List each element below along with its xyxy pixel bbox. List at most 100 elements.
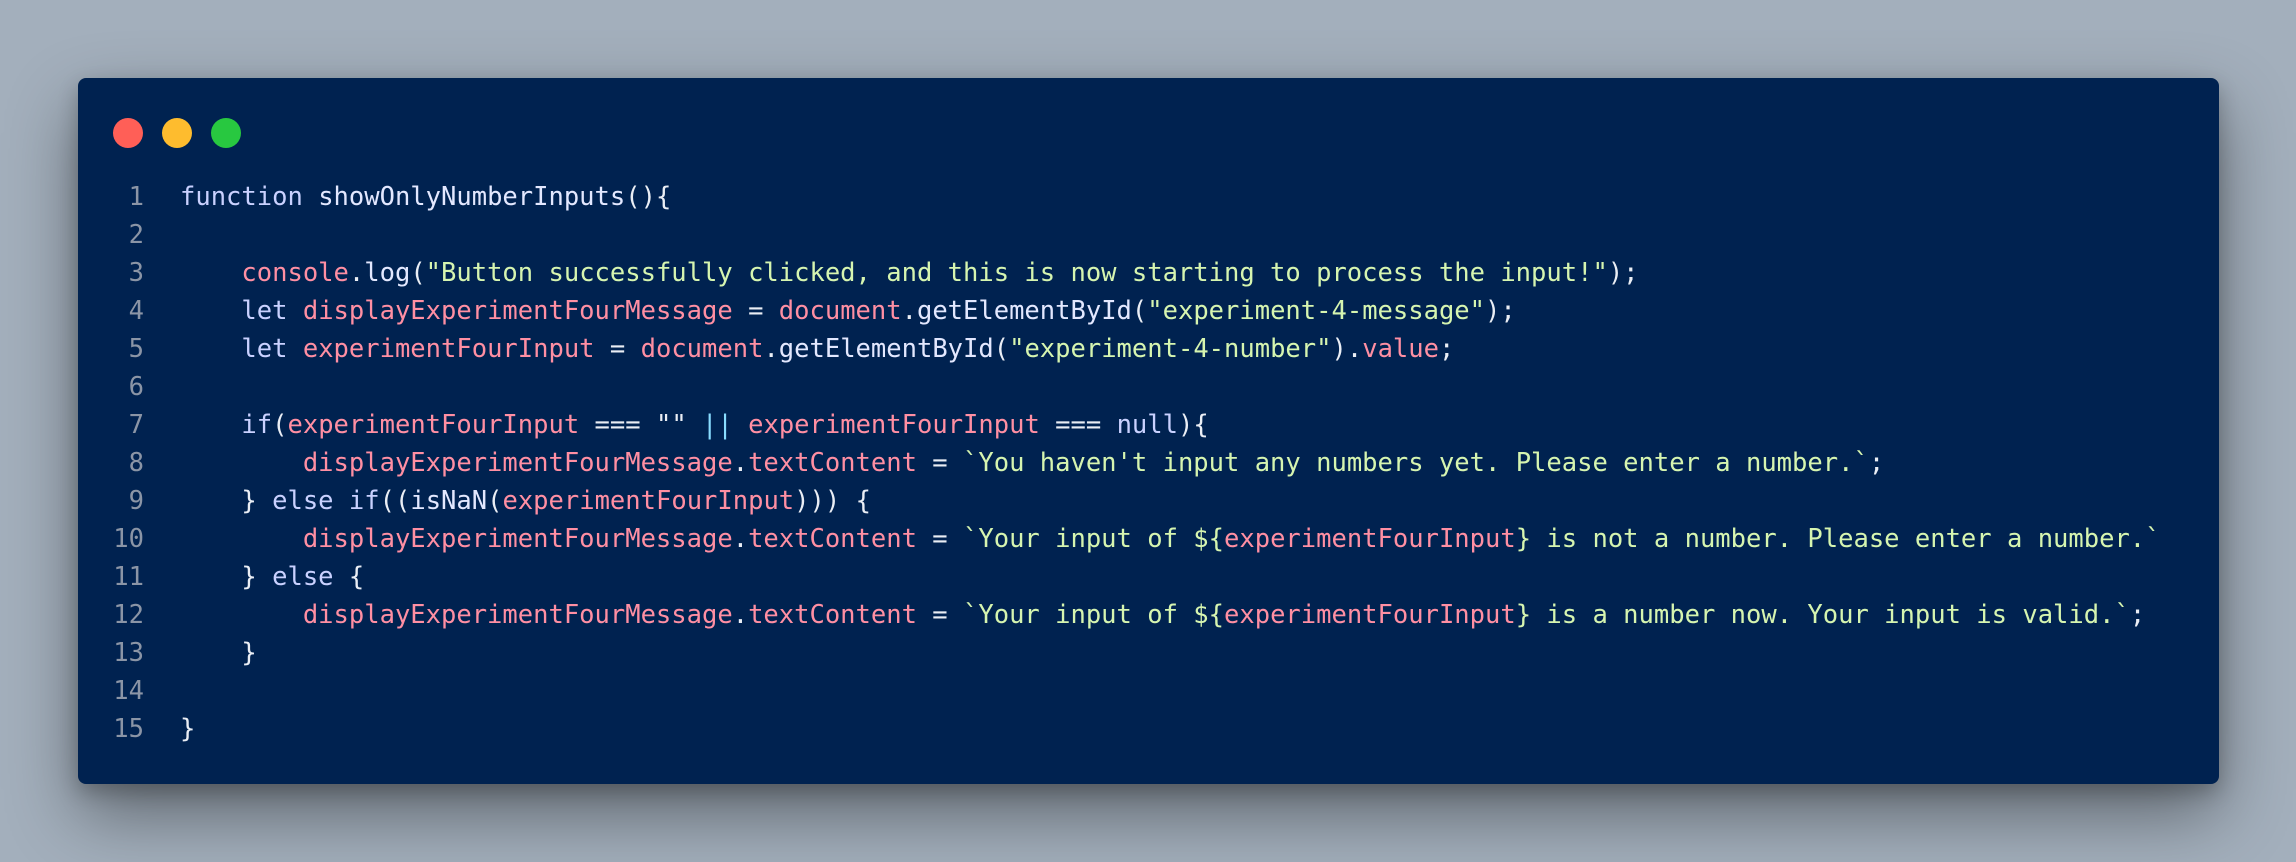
code-line: 3 console.log("Button successfully click… xyxy=(78,254,2219,292)
close-icon[interactable] xyxy=(113,118,143,148)
line-number: 14 xyxy=(113,676,144,706)
code-token: } xyxy=(180,714,196,744)
code-token: `Your input of ${ xyxy=(963,600,1225,630)
code-token: === "" xyxy=(579,410,703,440)
line-code: } xyxy=(180,710,195,748)
line-number: 3 xyxy=(128,258,144,288)
minimize-icon[interactable] xyxy=(162,118,192,148)
code-line: 13 } xyxy=(78,634,2219,672)
code-token: } xyxy=(180,562,273,592)
code-token: || xyxy=(702,410,733,440)
code-token: ( xyxy=(272,410,288,440)
code-token: let xyxy=(241,334,288,364)
code-line: 1 function showOnlyNumberInputs(){ xyxy=(78,178,2219,216)
code-token: function xyxy=(180,182,303,212)
code-token: ( xyxy=(487,486,503,516)
code-token: getElementById xyxy=(916,296,1132,326)
code-token: `Your input of ${ xyxy=(963,524,1225,554)
code-token: else xyxy=(272,562,334,592)
code-window: 1 function showOnlyNumberInputs(){ 2 3 cons… xyxy=(78,78,2219,784)
maximize-icon[interactable] xyxy=(211,118,241,148)
code-token: = xyxy=(916,448,964,478)
line-code: let experimentFourInput = document.getEl… xyxy=(180,330,1454,368)
code-line: 4 let displayExperimentFourMessage = doc… xyxy=(78,292,2219,330)
line-code: } else if((isNaN(experimentFourInput))) … xyxy=(180,482,871,520)
code-token: ){ xyxy=(1178,410,1209,440)
code-token: experimentFourInput xyxy=(502,486,795,516)
code-token: = xyxy=(916,600,964,630)
code-token: ( xyxy=(993,334,1010,364)
code-token: ( xyxy=(1131,296,1148,326)
line-number: 15 xyxy=(113,714,144,744)
line-number: 12 xyxy=(113,600,144,630)
code-line: 15} xyxy=(78,710,2219,748)
line-code: function showOnlyNumberInputs(){ xyxy=(180,178,671,216)
line-number: 11 xyxy=(113,562,144,592)
code-line: 2 xyxy=(78,216,2219,254)
code-line: 11 } else { xyxy=(78,558,2219,596)
code-token: (){ xyxy=(625,182,672,212)
code-token: log xyxy=(364,258,411,288)
code-token: "experiment-4-message" xyxy=(1147,296,1486,326)
code-token: console xyxy=(241,258,349,288)
window-controls xyxy=(113,118,241,148)
code-token: getElementById xyxy=(778,334,994,364)
code-token: === xyxy=(1039,410,1117,440)
code-token: displayExperimentFourMessage xyxy=(302,600,733,630)
line-number: 5 xyxy=(128,334,144,364)
code-token: isNaN xyxy=(410,486,488,516)
code-token: else xyxy=(272,486,334,516)
code-token: if xyxy=(241,410,273,440)
code-token: ))) { xyxy=(794,486,871,516)
line-number: 9 xyxy=(128,486,144,516)
code-token: experimentFourInput xyxy=(302,334,595,364)
code-line: 5 let experimentFourInput = document.get… xyxy=(78,330,2219,368)
line-number: 4 xyxy=(128,296,144,326)
code-token: } is not a number. Please enter a number… xyxy=(1515,524,2161,554)
code-token: = xyxy=(916,524,964,554)
line-code: } xyxy=(180,634,257,672)
line-code: displayExperimentFourMessage.textContent… xyxy=(180,520,2161,558)
code-token: ; xyxy=(1868,448,1885,478)
code-token: `You haven't input any numbers yet. Plea… xyxy=(963,448,1869,478)
code-token: . xyxy=(348,258,365,288)
code-line: 14 xyxy=(78,672,2219,710)
line-code: let displayExperimentFourMessage = docum… xyxy=(180,292,1515,330)
code-token: "Button successfully clicked, and this i… xyxy=(425,258,1608,288)
code-line: 10 displayExperimentFourMessage.textCont… xyxy=(78,520,2219,558)
code-block: 1 function showOnlyNumberInputs(){ 2 3 cons… xyxy=(78,178,2219,748)
line-number: 8 xyxy=(128,448,144,478)
code-token: textContent xyxy=(748,600,917,630)
line-number: 2 xyxy=(128,220,144,250)
code-token: = xyxy=(594,334,641,364)
line-code: displayExperimentFourMessage.textContent… xyxy=(180,444,1884,482)
code-token: } is a number now. Your input is valid.` xyxy=(1515,600,2130,630)
code-token: document xyxy=(778,296,902,326)
code-token: ). xyxy=(1331,334,1363,364)
code-token: . xyxy=(763,334,779,364)
line-code: } else { xyxy=(180,558,364,596)
code-token: experimentFourInput xyxy=(1224,600,1516,630)
line-number: 13 xyxy=(113,638,144,668)
code-token: displayExperimentFourMessage xyxy=(302,448,733,478)
code-token: . xyxy=(732,524,749,554)
code-token: ); xyxy=(1607,258,1639,288)
code-token: if xyxy=(348,486,380,516)
code-line: 12 displayExperimentFourMessage.textCont… xyxy=(78,596,2219,634)
code-line: 6 xyxy=(78,368,2219,406)
code-token: displayExperimentFourMessage xyxy=(302,524,733,554)
line-number: 7 xyxy=(128,410,144,440)
code-token: ; xyxy=(1438,334,1455,364)
code-token: } xyxy=(180,638,257,668)
code-token: experimentFourInput xyxy=(748,410,1040,440)
